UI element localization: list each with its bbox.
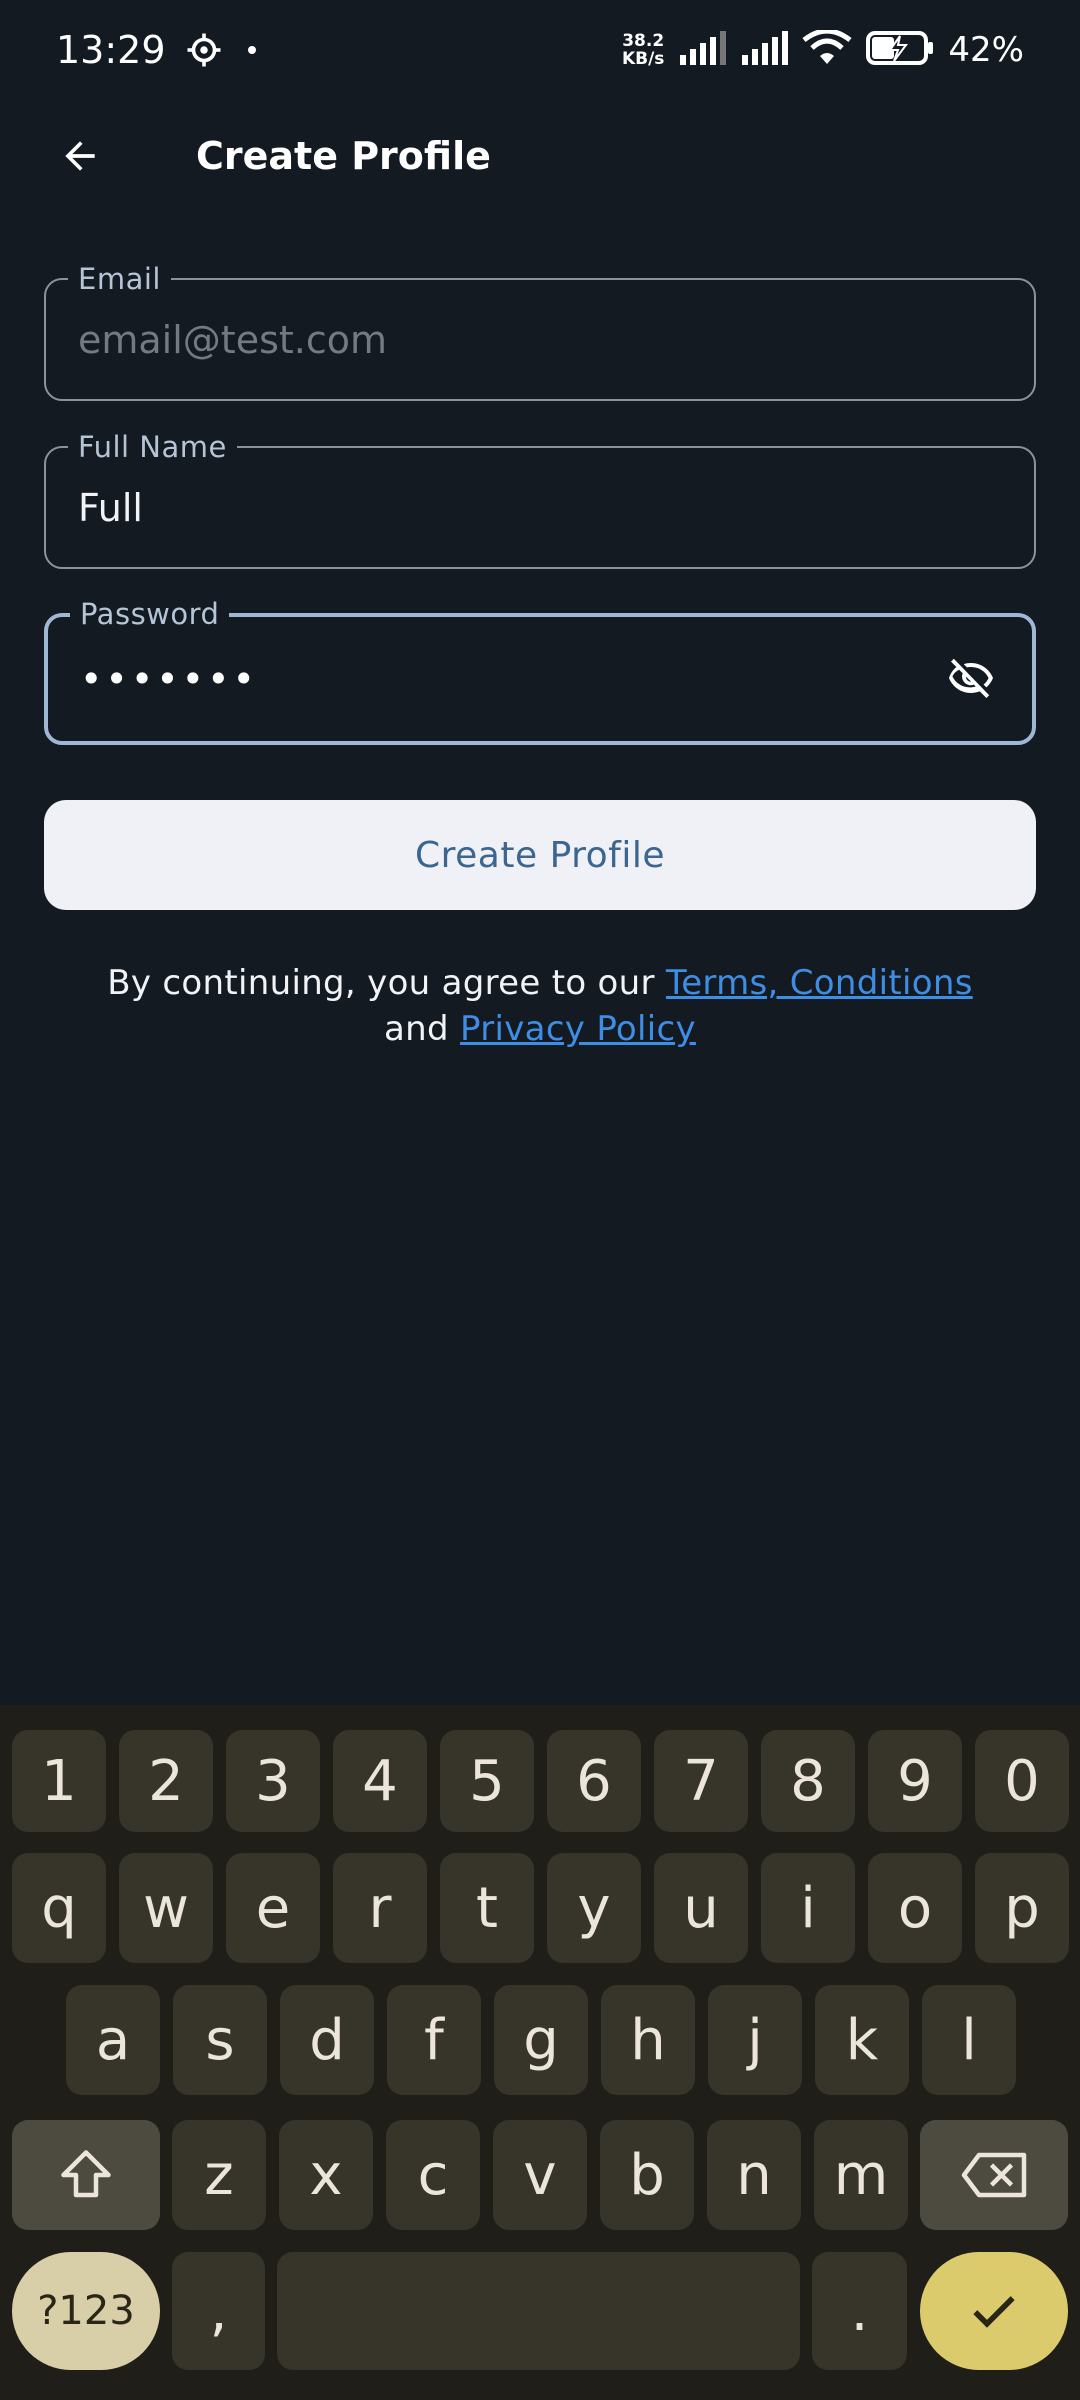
period-key[interactable]: . xyxy=(812,2252,907,2370)
key-5[interactable]: 5 xyxy=(440,1730,534,1832)
terms-text: By continuing, you agree to our Terms, C… xyxy=(0,960,1080,1052)
terms-middle: and xyxy=(384,1009,461,1049)
key-4[interactable]: 4 xyxy=(333,1730,427,1832)
network-speed-unit: KB/s xyxy=(621,49,665,69)
checkmark-icon xyxy=(973,2296,1015,2328)
battery-charging-icon xyxy=(866,30,934,70)
eye-off-icon xyxy=(949,658,993,698)
backspace-key[interactable] xyxy=(920,2120,1068,2230)
on-screen-keyboard: ?123 , . 1234567890 qwertyuiop asdfghjkl zx… xyxy=(0,1705,1080,2400)
key-d[interactable]: d xyxy=(280,1985,374,2095)
backspace-icon xyxy=(961,2152,1027,2198)
network-speed-value: 38.2 xyxy=(622,31,665,51)
arrow-back-icon xyxy=(65,141,95,171)
shift-key[interactable] xyxy=(12,2120,160,2230)
network-speed: 38.2 KB/s xyxy=(622,32,664,68)
key-j[interactable]: j xyxy=(708,1985,802,2095)
notification-dot-icon xyxy=(247,46,256,54)
key-e[interactable]: e xyxy=(226,1853,320,1963)
key-3[interactable]: 3 xyxy=(226,1730,320,1832)
key-t[interactable]: t xyxy=(440,1853,534,1963)
password-field[interactable]: Password ••••••• xyxy=(44,597,1036,745)
space-key[interactable] xyxy=(277,2252,800,2370)
battery-percentage: 42% xyxy=(948,30,1024,70)
key-k[interactable]: k xyxy=(815,1985,909,2095)
key-2[interactable]: 2 xyxy=(119,1730,213,1832)
key-c[interactable]: c xyxy=(386,2120,480,2230)
comma-key[interactable]: , xyxy=(172,2252,265,2370)
email-placeholder: email@test.com xyxy=(78,317,388,362)
back-button[interactable] xyxy=(52,128,108,184)
status-bar: 13:29 38.2 KB/s 42% xyxy=(0,0,1080,100)
status-time: 13:29 xyxy=(56,28,166,72)
email-field[interactable]: Email email@test.com xyxy=(44,262,1036,401)
key-l[interactable]: l xyxy=(922,1985,1016,2095)
key-q[interactable]: q xyxy=(12,1853,106,1963)
key-m[interactable]: m xyxy=(814,2120,908,2230)
password-input[interactable]: ••••••• xyxy=(80,617,1000,741)
key-x[interactable]: x xyxy=(279,2120,373,2230)
wifi-icon xyxy=(802,28,852,70)
key-8[interactable]: 8 xyxy=(761,1730,855,1832)
password-masked-value: ••••••• xyxy=(80,657,258,701)
key-y[interactable]: y xyxy=(547,1853,641,1963)
key-n[interactable]: n xyxy=(707,2120,801,2230)
privacy-policy-link[interactable]: Privacy Policy xyxy=(460,1009,696,1049)
settings-gear-icon xyxy=(186,31,224,69)
key-p[interactable]: p xyxy=(975,1853,1069,1963)
key-h[interactable]: h xyxy=(601,1985,695,2095)
create-profile-button[interactable]: Create Profile xyxy=(44,800,1036,910)
key-w[interactable]: w xyxy=(119,1853,213,1963)
key-0[interactable]: 0 xyxy=(975,1730,1069,1832)
full-name-field[interactable]: Full Name Full xyxy=(44,430,1036,569)
toggle-password-visibility-button[interactable] xyxy=(944,652,998,706)
key-v[interactable]: v xyxy=(493,2120,587,2230)
terms-link[interactable]: Terms, Conditions xyxy=(666,963,973,1003)
full-name-input[interactable]: Full xyxy=(78,448,1002,567)
enter-key[interactable] xyxy=(920,2252,1068,2370)
key-9[interactable]: 9 xyxy=(868,1730,962,1832)
key-b[interactable]: b xyxy=(600,2120,694,2230)
email-input[interactable]: email@test.com xyxy=(78,280,1002,399)
key-i[interactable]: i xyxy=(761,1853,855,1963)
app-bar: Create Profile xyxy=(0,110,1080,202)
key-z[interactable]: z xyxy=(172,2120,266,2230)
key-s[interactable]: s xyxy=(173,1985,267,2095)
symbols-key[interactable]: ?123 xyxy=(12,2252,160,2370)
key-1[interactable]: 1 xyxy=(12,1730,106,1832)
signal-2-icon xyxy=(740,31,789,69)
signal-icon xyxy=(678,31,727,69)
key-7[interactable]: 7 xyxy=(654,1730,748,1832)
key-u[interactable]: u xyxy=(654,1853,748,1963)
shift-arrow-icon xyxy=(61,2150,111,2198)
page-title: Create Profile xyxy=(196,134,491,178)
key-o[interactable]: o xyxy=(868,1853,962,1963)
full-name-value: Full xyxy=(78,485,143,530)
key-r[interactable]: r xyxy=(333,1853,427,1963)
key-6[interactable]: 6 xyxy=(547,1730,641,1832)
key-f[interactable]: f xyxy=(387,1985,481,2095)
key-a[interactable]: a xyxy=(66,1985,160,2095)
terms-prefix: By continuing, you agree to our xyxy=(107,963,666,1003)
key-g[interactable]: g xyxy=(494,1985,588,2095)
